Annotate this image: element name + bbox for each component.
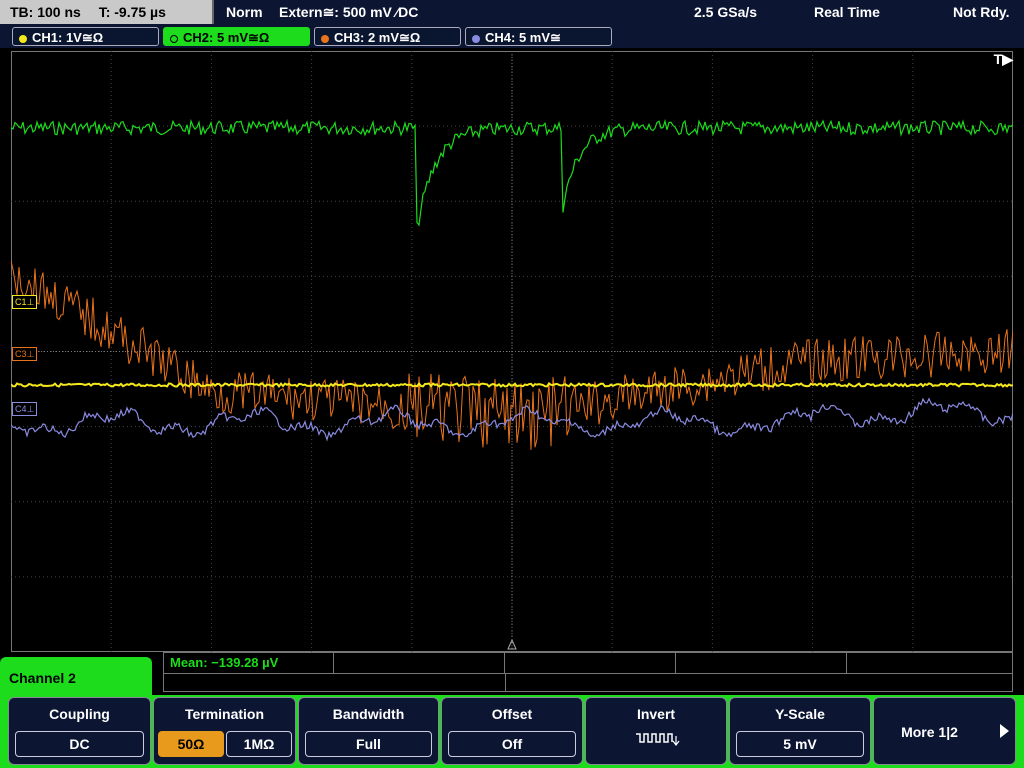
coupling-value[interactable]: DC [15,731,144,757]
measurement-divider [505,673,506,692]
trigger-indicator: T▶ [993,51,1013,67]
mean-measurement: Mean: −139.28 µV [170,655,279,670]
y-scale-title: Y-Scale [775,706,825,722]
channel-tab-4[interactable]: CH4: 5 mV≅ [465,27,612,46]
channel-1-ground-marker[interactable]: C1⊥ [12,295,38,309]
bandwidth-softkey[interactable]: Bandwidth Full [298,697,439,765]
invert-title: Invert [636,706,676,722]
measurement-cell[interactable] [676,653,847,673]
channel-3-ground-marker[interactable]: C3⊥ [12,347,38,361]
arrow-right-icon [1000,724,1009,738]
measurement-cell[interactable]: Mean: −139.28 µV [164,653,334,673]
more-label: More 1|2 [901,724,958,740]
channel-bar: CH1: 1V≅Ω CH2: 5 mV≅Ω CH3: 2 mV≅Ω CH4: 5… [0,24,1024,48]
waveform-canvas [11,51,1013,652]
measurement-cell[interactable] [505,653,676,673]
y-scale-value[interactable]: 5 mV [736,731,864,757]
channel-tab-2[interactable]: CH2: 5 mV≅Ω [163,27,310,46]
timebase-value: TB: 100 ns [10,4,81,20]
measurement-divider [164,673,1012,674]
channel-tab-label: CH3: 2 mV≅Ω [334,30,421,45]
channel-tab-3[interactable]: CH3: 2 mV≅Ω [314,27,461,46]
measurement-panel: Mean: −139.28 µV [163,652,1013,692]
offset-softkey[interactable]: Offset Off [441,697,583,765]
timebase-panel[interactable]: TB: 100 ns T: -9.75 µs [0,0,214,24]
channel-tab-1[interactable]: CH1: 1V≅Ω [12,27,159,46]
channel-4-ground-marker[interactable]: C4⊥ [12,402,38,416]
more-softkey[interactable]: More 1|2 [873,697,1016,765]
sample-rate: 2.5 GSa/s [694,4,758,20]
offset-value[interactable]: Off [448,731,576,757]
measurement-cell[interactable] [334,653,505,673]
bandwidth-title: Bandwidth [332,706,405,722]
termination-softkey[interactable]: Termination 50Ω 1MΩ [153,697,296,765]
invert-wave-icon [636,733,680,746]
waveform-display[interactable]: T▶ C1⊥ C3⊥ C4⊥ [11,51,1013,652]
channel-3-dot-icon [321,34,329,43]
status-bar: TB: 100 ns T: -9.75 µs Norm Extern≅: 500… [0,0,1024,24]
channel-2-trace [11,118,1013,227]
acquisition-state: Not Rdy. [953,4,1010,20]
channel-2-dot-icon [170,34,178,43]
channel-tab-label: CH2: 5 mV≅Ω [183,30,270,45]
acquisition-mode: Real Time [814,4,880,20]
channel-4-trace [11,397,1013,442]
invert-softkey[interactable]: Invert [585,697,727,765]
termination-title: Termination [184,706,265,722]
channel-tab-label: CH1: 1V≅Ω [32,30,104,45]
menu-title: Channel 2 [0,657,152,695]
y-scale-softkey[interactable]: Y-Scale 5 mV [729,697,871,765]
termination-1mohm-option[interactable]: 1MΩ [226,731,292,757]
graticule [11,51,1013,652]
channel-tab-label: CH4: 5 mV≅ [485,30,561,45]
trigger-mode[interactable]: Norm [226,0,263,24]
coupling-title: Coupling [49,706,110,722]
channel-4-dot-icon [472,34,480,43]
trigger-time-value: T: -9.75 µs [98,4,166,20]
termination-50ohm-option[interactable]: 50Ω [158,731,224,757]
bandwidth-value[interactable]: Full [305,731,432,757]
offset-title: Offset [491,706,533,722]
coupling-softkey[interactable]: Coupling DC [8,697,151,765]
trigger-source[interactable]: Extern≅: 500 mV ⁄DC [279,0,418,24]
channel-1-dot-icon [19,34,27,43]
measurement-cell[interactable] [847,653,1012,673]
